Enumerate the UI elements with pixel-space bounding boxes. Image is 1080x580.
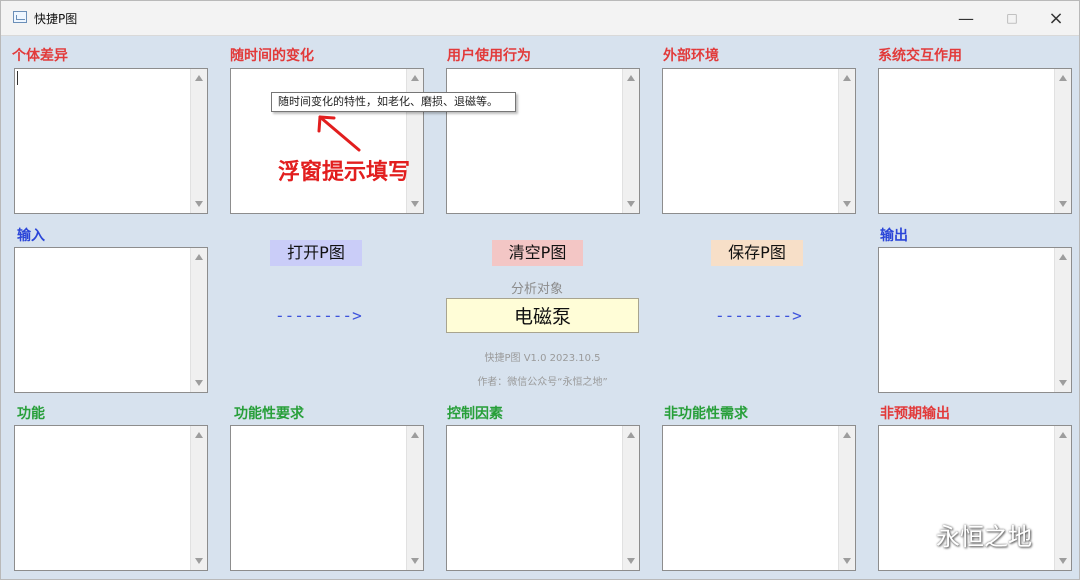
individual-difference-input[interactable] (16, 70, 190, 212)
scrollbar[interactable] (406, 426, 423, 570)
scrollbar[interactable] (838, 426, 855, 570)
individual-difference-textbox[interactable] (14, 68, 208, 214)
nonfunctional-requirement-textbox[interactable] (662, 425, 856, 571)
scroll-up-icon[interactable] (195, 254, 203, 260)
scroll-up-icon[interactable] (1059, 432, 1067, 438)
system-interaction-input[interactable] (880, 70, 1054, 212)
scroll-down-icon[interactable] (1059, 201, 1067, 207)
scroll-up-icon[interactable] (195, 75, 203, 81)
label-output: 输出 (880, 228, 908, 244)
scroll-up-icon[interactable] (411, 75, 419, 81)
input-textbox[interactable] (14, 247, 208, 393)
scrollbar[interactable] (838, 69, 855, 213)
scroll-down-icon[interactable] (843, 558, 851, 564)
scrollbar[interactable] (190, 248, 207, 392)
label-time-change: 随时间的变化 (230, 48, 314, 64)
label-nonfunctional-requirement: 非功能性需求 (664, 406, 748, 422)
scroll-up-icon[interactable] (1059, 75, 1067, 81)
scrollbar[interactable] (190, 426, 207, 570)
annotation-text: 浮窗提示填写 (278, 160, 411, 185)
control-factor-textbox[interactable] (446, 425, 640, 571)
scrollbar[interactable] (1054, 426, 1071, 570)
clear-p-diagram-button[interactable]: 清空P图 (492, 240, 583, 266)
scroll-down-icon[interactable] (627, 201, 635, 207)
minimize-icon[interactable]: — (943, 1, 989, 35)
system-interaction-textbox[interactable] (878, 68, 1072, 214)
scroll-up-icon[interactable] (411, 432, 419, 438)
functional-requirement-input[interactable] (232, 427, 406, 569)
user-behavior-textbox[interactable] (446, 68, 640, 214)
scroll-up-icon[interactable] (627, 75, 635, 81)
watermark-text: 永恒之地 (936, 523, 1032, 551)
scroll-down-icon[interactable] (627, 558, 635, 564)
picture-icon (13, 11, 27, 23)
label-user-behavior: 用户使用行为 (447, 48, 531, 64)
open-p-diagram-button[interactable]: 打开P图 (270, 240, 362, 266)
control-factor-input[interactable] (448, 427, 622, 569)
title-bar[interactable]: 快捷P图 — □ × (1, 1, 1079, 36)
external-environment-textbox[interactable] (662, 68, 856, 214)
scrollbar[interactable] (1054, 248, 1071, 392)
scrollbar[interactable] (190, 69, 207, 213)
scrollbar[interactable] (622, 69, 639, 213)
text-cursor (17, 71, 18, 85)
input-flow-arrow: --------> (275, 306, 362, 325)
input-field[interactable] (16, 249, 190, 391)
wechat-icon (882, 523, 921, 547)
scrollbar[interactable] (406, 69, 423, 213)
scrollbar[interactable] (1054, 69, 1071, 213)
version-info: 快捷P图 V1.0 2023.10.5 (484, 353, 601, 364)
scroll-down-icon[interactable] (1059, 558, 1067, 564)
label-functional-requirement: 功能性要求 (234, 406, 304, 422)
scroll-down-icon[interactable] (195, 380, 203, 386)
functional-requirement-textbox[interactable] (230, 425, 424, 571)
scroll-up-icon[interactable] (1059, 254, 1067, 260)
watermark: 永恒之地 (881, 517, 1051, 553)
window-title: 快捷P图 (34, 12, 78, 26)
author-info: 作者：微信公众号“永恒之地” (477, 377, 608, 388)
label-individual-difference: 个体差异 (12, 48, 68, 64)
scroll-down-icon[interactable] (195, 201, 203, 207)
scroll-down-icon[interactable] (1059, 380, 1067, 386)
maximize-icon[interactable]: □ (989, 1, 1035, 35)
label-external-environment: 外部环境 (663, 48, 719, 64)
analysis-object-label: 分析对象 (510, 282, 563, 297)
scroll-up-icon[interactable] (195, 432, 203, 438)
external-environment-input[interactable] (664, 70, 838, 212)
function-textbox[interactable] (14, 425, 208, 571)
scroll-down-icon[interactable] (843, 201, 851, 207)
label-function: 功能 (17, 406, 45, 422)
save-p-diagram-button[interactable]: 保存P图 (711, 240, 803, 266)
nonfunctional-requirement-input[interactable] (664, 427, 838, 569)
label-unexpected-output: 非预期输出 (880, 406, 950, 422)
output-textbox[interactable] (878, 247, 1072, 393)
scroll-up-icon[interactable] (843, 75, 851, 81)
output-flow-arrow: --------> (715, 306, 802, 325)
output-field[interactable] (880, 249, 1054, 391)
label-system-interaction: 系统交互作用 (878, 48, 962, 64)
label-input: 输入 (17, 228, 45, 244)
scroll-down-icon[interactable] (411, 558, 419, 564)
app-window: 快捷P图 — □ × 个体差异 随时间的变化 用户使用行为 外部环境 系统交互作… (0, 0, 1080, 580)
close-icon[interactable]: × (1033, 1, 1079, 35)
scroll-up-icon[interactable] (627, 432, 635, 438)
scroll-down-icon[interactable] (411, 201, 419, 207)
analysis-object-input[interactable] (446, 298, 639, 333)
scroll-down-icon[interactable] (195, 558, 203, 564)
red-arrow-icon (317, 115, 361, 152)
scroll-up-icon[interactable] (843, 432, 851, 438)
scrollbar[interactable] (622, 426, 639, 570)
function-input[interactable] (16, 427, 190, 569)
label-control-factor: 控制因素 (447, 406, 503, 422)
